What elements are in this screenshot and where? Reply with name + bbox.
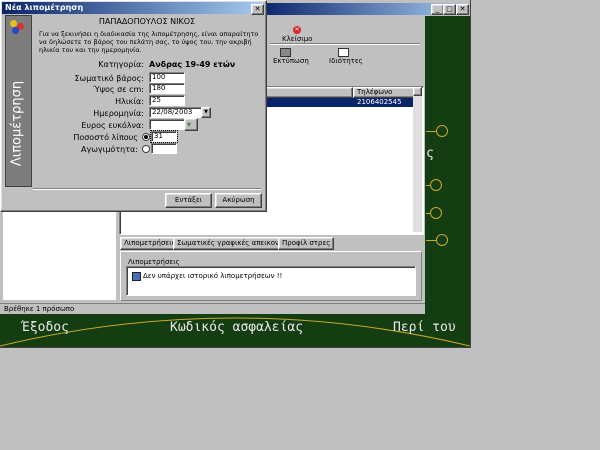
history-message: Δεν υπάρχει ιστορικό λιπομετρήσεων !! bbox=[143, 272, 283, 280]
height-field[interactable]: 180 bbox=[149, 83, 185, 94]
fat-percent-field[interactable]: 31 bbox=[150, 130, 178, 143]
close-window-button[interactable]: ✕ bbox=[456, 4, 469, 15]
ok-button[interactable]: Εντάξει bbox=[165, 193, 212, 208]
table-header-cell bbox=[263, 87, 353, 98]
menu-insurance-code[interactable]: Κωδικός ασφαλείας bbox=[170, 320, 303, 335]
toolbar: ✕ Κλείσιμο Εκτύπωση Ιδιότητες bbox=[266, 24, 424, 70]
history-panel: Λιπομετρήσεις Δεν υπάρχει ιστορικό λιπομ… bbox=[120, 251, 422, 301]
scroll-up-button[interactable] bbox=[413, 87, 422, 96]
weight-field[interactable]: 100 bbox=[149, 72, 185, 83]
history-header: Λιπομετρήσεις bbox=[128, 258, 180, 266]
fat-percent-radio[interactable] bbox=[142, 133, 150, 141]
app-logo-icon bbox=[10, 20, 25, 35]
tab-fat-measurements[interactable]: Λιπομετρήσεις bbox=[120, 237, 180, 250]
partial-menu-text: ς bbox=[426, 146, 434, 161]
chevron-down-icon: ▼ bbox=[204, 109, 208, 115]
dialog-title-bar: Νέα λιπομέτρηση bbox=[2, 2, 263, 14]
status-bar: Βρέθηκε 1 πρόσωπο bbox=[0, 303, 425, 314]
date-label: Ημερομηνία: bbox=[93, 109, 144, 118]
properties-toolbar-label[interactable]: Ιδιότητες bbox=[329, 57, 363, 65]
left-list-panel[interactable] bbox=[3, 206, 116, 300]
table-header-phone[interactable]: Τηλέφωνο bbox=[353, 87, 418, 98]
toolbar-separator bbox=[270, 43, 420, 45]
age-label: Ηλικία: bbox=[115, 97, 144, 106]
side-label: Λιπομέτρηση bbox=[9, 80, 25, 167]
menu-ring-icon[interactable] bbox=[436, 125, 448, 137]
menu-exit[interactable]: Έξοδος bbox=[22, 320, 69, 335]
menu-panel-right bbox=[425, 16, 470, 316]
menu-ring-icon[interactable] bbox=[436, 234, 448, 246]
menu-ring-icon[interactable] bbox=[430, 207, 442, 219]
connector-line bbox=[426, 131, 436, 132]
ideal-weight-field[interactable] bbox=[149, 119, 188, 130]
dialog-side-panel: Λιπομέτρηση bbox=[5, 15, 32, 187]
weight-label: Σωματικό βάρος: bbox=[74, 74, 144, 83]
funnel-icon: ▾ bbox=[187, 120, 192, 129]
fitness-field[interactable] bbox=[151, 143, 177, 154]
dialog-title: Νέα λιπομέτρηση bbox=[5, 3, 84, 12]
print-toolbar-label[interactable]: Εκτύπωση bbox=[273, 57, 309, 65]
status-text: Βρέθηκε 1 πρόσωπο bbox=[4, 305, 75, 313]
ideal-weight-label: Ευρος ευκόλνα: bbox=[81, 121, 144, 130]
info-icon bbox=[132, 272, 141, 281]
cancel-button[interactable]: Ακύρωση bbox=[215, 193, 262, 208]
fitness-radio[interactable] bbox=[142, 145, 150, 153]
dialog-close-button[interactable]: ✕ bbox=[251, 4, 264, 15]
category-value: Ανδρας 19-49 ετών bbox=[149, 60, 236, 69]
age-field[interactable]: 25 bbox=[149, 95, 185, 106]
dialog-separator bbox=[33, 188, 261, 190]
person-name: ΠΑΠΑΔΟΠΟΥΛΟΣ ΝΙΚΟΣ bbox=[98, 17, 196, 26]
close-icon: ✕ bbox=[293, 26, 301, 34]
fitness-label: Αγωγιμότητα: bbox=[80, 145, 138, 154]
menu-ring-icon[interactable] bbox=[430, 179, 442, 191]
calculate-button[interactable]: ▾ bbox=[184, 118, 198, 131]
tab-stress-profile[interactable]: Προφίλ στρες bbox=[278, 237, 335, 250]
selected-phone-cell: 2106402545 bbox=[357, 98, 402, 106]
maximize-button[interactable]: □ bbox=[443, 4, 456, 15]
radio-dot bbox=[144, 135, 148, 139]
history-box: Δεν υπάρχει ιστορικό λιπομετρήσεων !! bbox=[126, 266, 416, 296]
new-measurement-dialog: Νέα λιπομέτρηση ✕ Λιπομέτρηση ΠΑΠΑΔΟΠΟΥΛ… bbox=[0, 0, 267, 212]
date-field[interactable]: 22/08/2003 bbox=[149, 107, 207, 118]
fat-percent-label: Ποσοστό λίπους bbox=[73, 133, 138, 142]
category-label: Κατηγορία: bbox=[98, 60, 144, 69]
height-label: Ύψος σε cm: bbox=[93, 85, 144, 94]
connector-line bbox=[426, 240, 436, 241]
menu-about[interactable]: Περί του bbox=[393, 320, 456, 335]
dialog-intro: Για να ξεκινήσει η διαδικασία της λιπομέ… bbox=[39, 30, 259, 54]
close-toolbar-label[interactable]: Κλείσιμο bbox=[282, 35, 312, 43]
properties-icon bbox=[338, 48, 349, 57]
date-dropdown-button[interactable]: ▼ bbox=[201, 107, 211, 118]
table-scrollbar[interactable] bbox=[413, 87, 422, 232]
printer-icon bbox=[280, 48, 291, 57]
